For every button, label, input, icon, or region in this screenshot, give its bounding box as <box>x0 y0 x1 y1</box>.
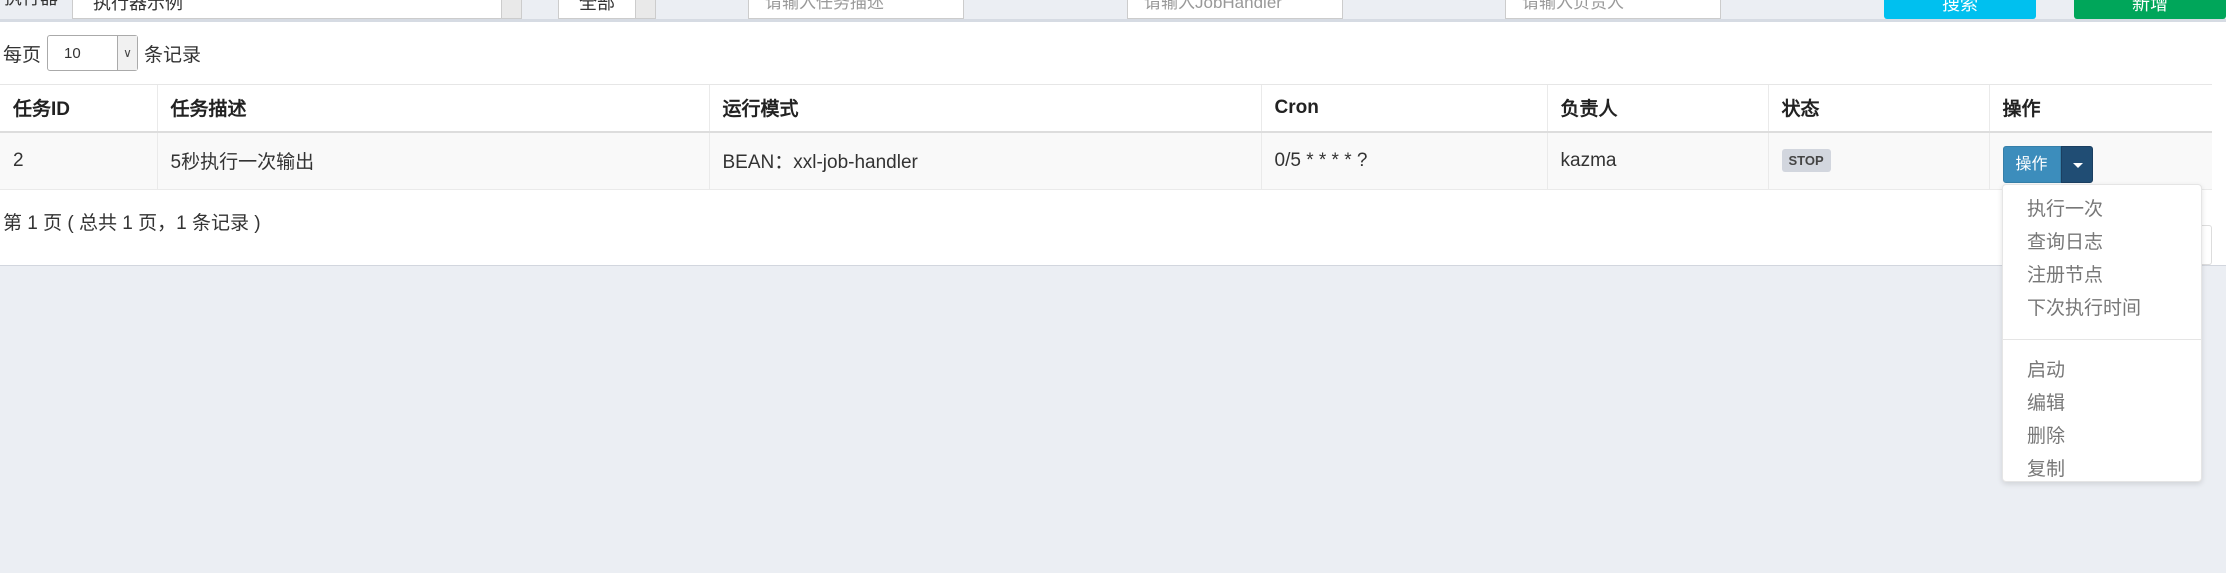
search-button[interactable]: 搜索 <box>1884 0 2036 19</box>
job-table-box: 每页 10 ∨ 条记录 任务ID 任务描述 运行模式 Cron 负责人 状态 操… <box>0 22 2226 266</box>
cell-job-desc: 5秒执行一次输出 <box>156 131 709 190</box>
cell-run-mode: BEAN：xxl-job-handler <box>708 131 1261 190</box>
cell-status: STOP <box>1767 131 1989 190</box>
job-table: 任务ID 任务描述 运行模式 Cron 负责人 状态 操作 2 5秒执行一次输出… <box>0 84 2212 190</box>
chevron-down-icon <box>635 0 655 18</box>
menu-item-copy[interactable]: 复制 <box>2003 453 2201 486</box>
table-header-row: 任务ID 任务描述 运行模式 Cron 负责人 状态 操作 <box>0 84 2212 133</box>
table-row: 2 5秒执行一次输出 BEAN：xxl-job-handler 0/5 * * … <box>0 131 2212 190</box>
header-status[interactable]: 状态 <box>1767 84 1989 133</box>
length-prefix: 每页 <box>3 44 42 66</box>
header-author[interactable]: 负责人 <box>1546 84 1768 133</box>
header-job-desc[interactable]: 任务描述 <box>156 84 709 133</box>
executor-label: 执行器 <box>4 0 64 19</box>
menu-item-next-trigger-time[interactable]: 下次执行时间 <box>2003 292 2201 325</box>
menu-divider <box>2003 339 2201 340</box>
header-operation: 操作 <box>1988 84 2212 133</box>
status-badge: STOP <box>1781 149 1831 173</box>
length-suffix: 条记录 <box>144 44 202 66</box>
menu-item-edit[interactable]: 编辑 <box>2003 387 2201 420</box>
page-length-control: 每页 10 ∨ 条记录 <box>3 34 201 72</box>
desc-input[interactable]: 请输入任务描述 <box>748 0 964 19</box>
caret-down-icon[interactable] <box>2060 146 2093 184</box>
header-cron[interactable]: Cron <box>1260 84 1547 133</box>
cell-cron: 0/5 * * * * ? <box>1260 131 1547 190</box>
status-select[interactable]: 全部 <box>558 0 656 19</box>
header-run-mode[interactable]: 运行模式 <box>708 84 1261 133</box>
page-length-select[interactable]: 10 ∨ <box>47 35 139 71</box>
page-length-value: 10 <box>64 45 81 62</box>
operation-button[interactable]: 操作 <box>2002 146 2061 184</box>
menu-item-start[interactable]: 启动 <box>2003 354 2201 387</box>
chevron-down-icon: ∨ <box>117 36 138 70</box>
header-job-id[interactable]: 任务ID <box>0 84 157 133</box>
handler-input[interactable]: 请输入JobHandler <box>1127 0 1343 19</box>
menu-item-query-log[interactable]: 查询日志 <box>2003 226 2201 259</box>
menu-item-delete[interactable]: 删除 <box>2003 420 2201 453</box>
executor-select[interactable]: 执行器示例 <box>72 0 522 19</box>
chevron-down-icon <box>501 0 521 18</box>
cell-operation: 操作 <box>1988 131 2212 190</box>
menu-item-trigger-once[interactable]: 执行一次 <box>2003 193 2201 226</box>
add-button[interactable]: 新增 <box>2074 0 2226 19</box>
pagination-info: 第 1 页 ( 总共 1 页，1 条记录 ) <box>3 213 261 234</box>
filter-bar: 执行器 执行器示例 全部 请输入任务描述 请输入JobHandler 请输入负责… <box>0 0 2226 22</box>
cell-job-id: 2 <box>0 131 157 190</box>
cell-author: kazma <box>1546 131 1768 190</box>
author-input[interactable]: 请输入负责人 <box>1505 0 1721 19</box>
operation-dropdown-menu: 执行一次 查询日志 注册节点 下次执行时间 启动 编辑 删除 复制 <box>2002 184 2202 482</box>
operation-button-group: 操作 <box>2002 146 2093 184</box>
menu-item-registry-nodes[interactable]: 注册节点 <box>2003 259 2201 292</box>
